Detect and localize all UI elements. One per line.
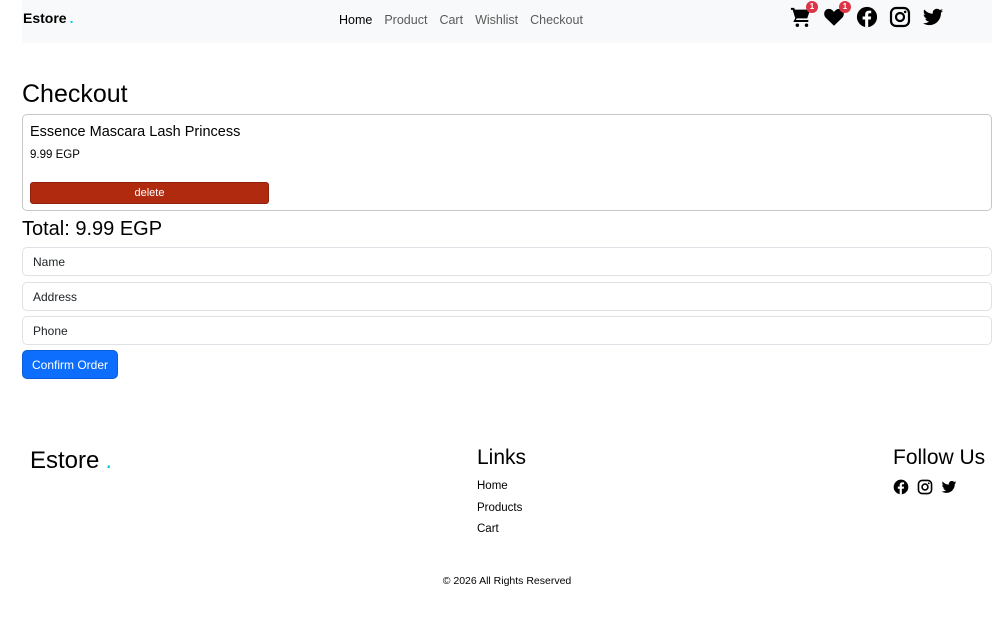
- brand-dot: .: [69, 10, 74, 26]
- product-name: Essence Mascara Lash Princess: [30, 124, 241, 140]
- cart-count-badge: 1: [806, 1, 818, 13]
- footer-brand-dot: .: [105, 447, 113, 474]
- footer-social-icons: [893, 479, 957, 495]
- confirm-order-button[interactable]: Confirm Order: [22, 350, 118, 379]
- twitter-icon[interactable]: [941, 479, 957, 495]
- address-field[interactable]: [22, 282, 992, 311]
- footer-link-home[interactable]: Home: [477, 479, 522, 501]
- cart-item-card: Essence Mascara Lash Princess 9.99 EGP d…: [22, 114, 992, 211]
- phone-field[interactable]: [22, 316, 992, 345]
- product-price: 9.99 EGP: [30, 149, 80, 161]
- heart-icon[interactable]: 1: [823, 1, 851, 28]
- page-title: Checkout: [22, 80, 128, 108]
- instagram-icon[interactable]: [917, 479, 933, 495]
- nav-icons: 1 1: [790, 1, 944, 28]
- nav-link-wishlist[interactable]: Wishlist: [475, 13, 518, 27]
- cart-icon[interactable]: 1: [790, 1, 818, 28]
- instagram-icon[interactable]: [889, 6, 911, 28]
- facebook-icon[interactable]: [856, 6, 878, 28]
- name-field[interactable]: [22, 247, 992, 276]
- footer-link-products[interactable]: Products: [477, 501, 522, 523]
- delete-button[interactable]: delete: [30, 182, 269, 204]
- twitter-icon[interactable]: [922, 6, 944, 28]
- brand-name: Estore: [23, 10, 67, 26]
- follow-us-heading: Follow Us: [893, 446, 986, 469]
- navbar: Estore. Home Product Cart Wishlist Check…: [22, 0, 992, 43]
- footer-brand: Estore.: [30, 447, 112, 475]
- facebook-icon[interactable]: [893, 479, 909, 495]
- order-total: Total: 9.99 EGP: [22, 218, 163, 240]
- nav-link-product[interactable]: Product: [384, 13, 427, 27]
- copyright: © 2026 All Rights Reserved: [442, 575, 572, 587]
- footer-links: Home Products Cart: [477, 479, 522, 544]
- nav-link-cart[interactable]: Cart: [439, 13, 463, 27]
- nav-links: Home Product Cart Wishlist Checkout: [339, 13, 583, 27]
- footer-link-cart[interactable]: Cart: [477, 522, 522, 544]
- footer-links-heading: Links: [477, 446, 527, 469]
- wishlist-count-badge: 1: [839, 1, 851, 13]
- footer-brand-name: Estore: [30, 447, 100, 474]
- nav-link-home[interactable]: Home: [339, 13, 372, 27]
- nav-link-checkout[interactable]: Checkout: [530, 13, 583, 27]
- navbar-brand[interactable]: Estore.: [23, 10, 73, 26]
